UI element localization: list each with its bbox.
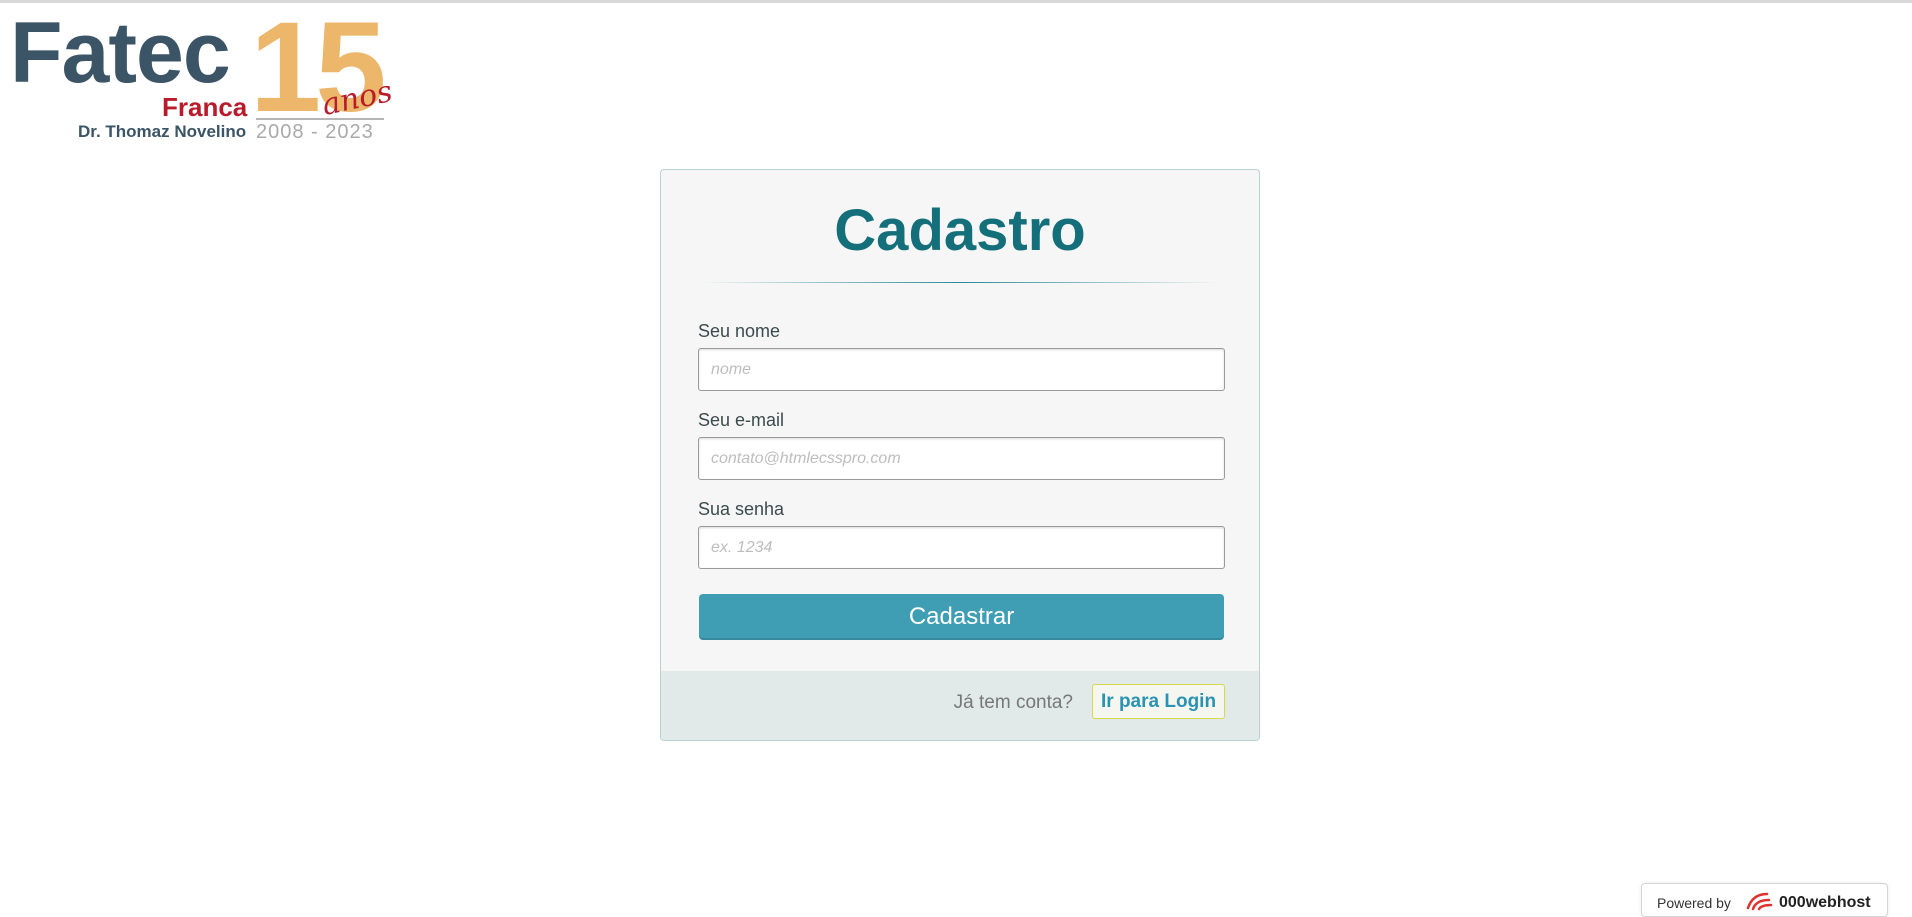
password-label: Sua senha	[698, 499, 785, 519]
name-input[interactable]	[698, 348, 1225, 391]
powered-by-badge[interactable]: Powered by 000webhost	[1641, 883, 1888, 917]
logo-franca-text: Franca	[162, 92, 248, 122]
logo-subtitle: Dr. Thomaz Novelino	[78, 122, 247, 141]
logo-years: 2008 - 2023	[256, 121, 374, 143]
powered-by-text: Powered by	[1657, 895, 1731, 911]
page-title: Cadastro	[834, 198, 1086, 263]
cadastrar-button[interactable]: Cadastrar	[699, 594, 1224, 640]
email-input[interactable]	[698, 437, 1225, 480]
webhost-brand-text: 000webhost	[1779, 894, 1871, 911]
password-input[interactable]	[698, 526, 1225, 569]
email-label: Seu e-mail	[698, 410, 785, 430]
has-account-text: Já tem conta?	[953, 692, 1073, 713]
go-to-login-link[interactable]: Ir para Login	[1092, 684, 1226, 719]
card-footer: Já tem conta? Ir para Login	[661, 671, 1259, 740]
webhost-logo-icon	[1746, 892, 1773, 911]
signup-card: Cadastro Seu nome Seu e-mail Sua senha C…	[660, 169, 1260, 741]
logo-fatec-text: Fatec	[10, 5, 231, 101]
fatec-logo: Fatec 15 anos Franca Dr. Thomaz Novelino…	[10, 4, 400, 147]
title-divider	[701, 282, 1221, 283]
logo-divider	[256, 118, 384, 120]
name-label: Seu nome	[698, 321, 781, 341]
